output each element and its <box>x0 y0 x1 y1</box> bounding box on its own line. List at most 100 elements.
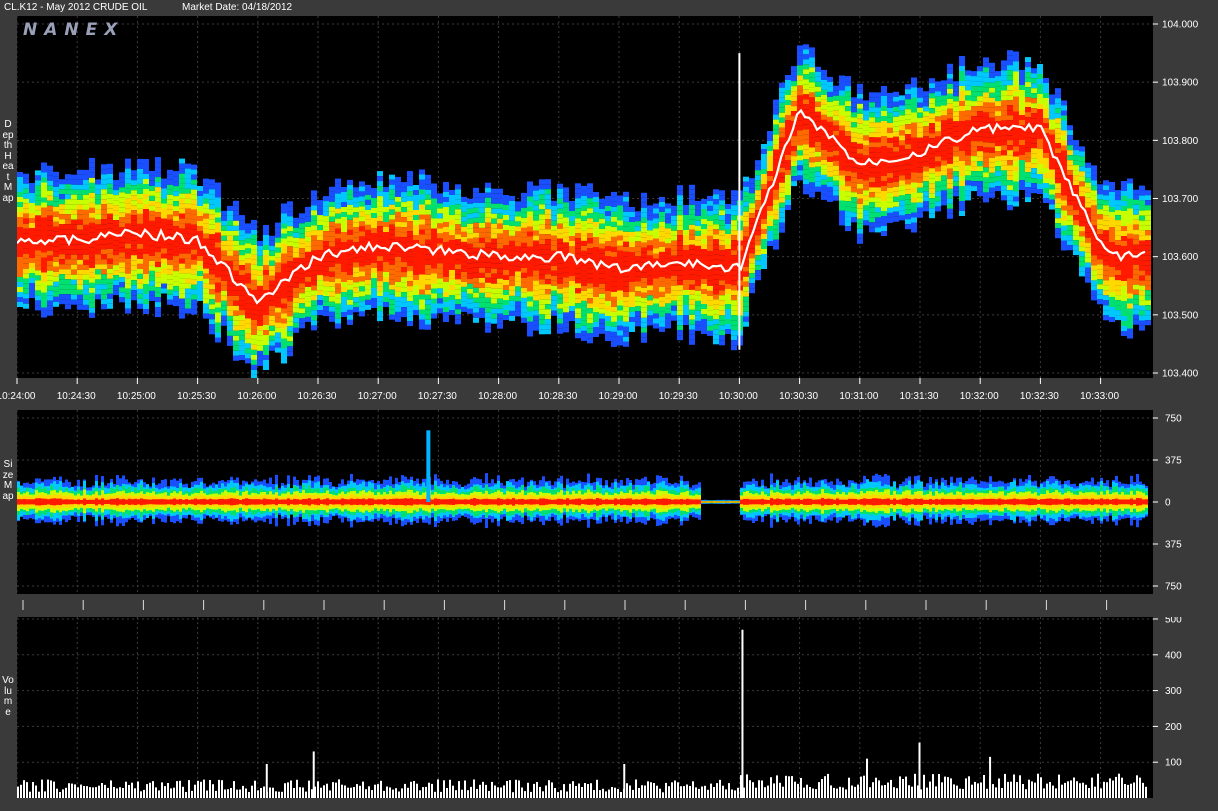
depth-heat-cell <box>47 270 53 276</box>
depth-heat-cell <box>395 261 401 267</box>
depth-heat-cell <box>713 204 719 210</box>
depth-heat-cell <box>503 195 509 200</box>
depth-heat-cell <box>779 182 785 188</box>
depth-heat-cell <box>515 251 521 257</box>
depth-heat-cell <box>581 195 587 201</box>
depth-heat-cell <box>887 127 893 133</box>
depth-heat-cell <box>977 81 983 87</box>
depth-heat-cell <box>197 186 203 191</box>
depth-heat-cell <box>161 258 167 264</box>
depth-heat-cell <box>587 223 593 229</box>
depth-heat-cell <box>965 145 971 151</box>
depth-heat-cell <box>617 310 623 316</box>
depth-heat-cell <box>77 264 83 270</box>
depth-heat-cell <box>599 223 605 229</box>
depth-heat-cell <box>53 261 59 267</box>
depth-heat-cell <box>71 229 77 235</box>
depth-heat-cell <box>431 273 437 279</box>
depth-heat-cell <box>29 288 35 293</box>
depth-heat-cell <box>125 178 131 184</box>
depth-heat-cell <box>503 315 509 320</box>
depth-heat-cell <box>227 230 233 236</box>
depth-heat-cell <box>755 235 761 241</box>
depth-heat-cell <box>1091 195 1097 201</box>
depth-heat-cell <box>365 274 371 280</box>
depth-heat-cell <box>611 241 617 247</box>
depth-heat-cell <box>35 300 41 306</box>
depth-heat-cell <box>215 252 221 258</box>
depth-heat-cell <box>563 237 569 243</box>
depth-heat-cell <box>209 229 215 235</box>
depth-heat-cell <box>743 186 749 192</box>
depth-heat-cell <box>449 275 455 280</box>
depth-heat-cell <box>395 201 401 207</box>
depth-heat-cell <box>893 121 899 127</box>
depth-heat-cell <box>887 172 893 178</box>
depth-heat-cell <box>209 324 215 330</box>
depth-heat-cell <box>653 233 659 239</box>
depth-heat-cell <box>1055 123 1061 129</box>
depth-heat-cell <box>881 111 887 116</box>
depth-heat-cell <box>1001 145 1007 151</box>
depth-heat-cell <box>77 184 83 190</box>
depth-heat-cell <box>713 194 719 200</box>
depth-heat-cell <box>329 191 335 197</box>
depth-heat-cell <box>887 107 893 113</box>
depth-heat-cell <box>1031 103 1037 109</box>
depth-heat-cell <box>155 257 161 263</box>
depth-heat-cell <box>149 240 155 246</box>
depth-heat-cell <box>263 325 269 330</box>
depth-heat-cell <box>407 221 413 227</box>
depth-heat-cell <box>245 233 251 239</box>
depth-heat-cell <box>989 172 995 178</box>
depth-heat-cell <box>341 267 347 272</box>
depth-heat-cell <box>677 250 683 256</box>
depth-heat-cell <box>569 236 575 241</box>
depth-heat-cell <box>923 96 929 102</box>
depth-heat-cell <box>689 339 695 345</box>
depth-heat-cell <box>473 292 479 298</box>
depth-heat-cell <box>689 239 695 245</box>
depth-heat-cell <box>551 210 557 216</box>
depth-heat-cell <box>875 152 881 158</box>
depth-heat-cell <box>263 265 269 270</box>
depth-heat-cell <box>1061 220 1067 226</box>
depth-heat-cell <box>419 309 425 315</box>
depth-heat-cell <box>1103 230 1109 236</box>
depth-heat-cell <box>365 184 371 190</box>
depth-heat-cell <box>761 209 767 214</box>
depth-heat-cell <box>1103 210 1109 216</box>
depth-heat-cell <box>179 223 185 229</box>
depth-heat-cell <box>923 101 929 107</box>
depth-heat-cell <box>209 249 215 255</box>
depth-heat-cell <box>917 132 923 138</box>
depth-heat-cell <box>41 232 47 238</box>
depth-heat-cell <box>785 165 791 170</box>
depth-heat-cell <box>767 206 773 211</box>
depth-heat-cell <box>929 168 935 174</box>
depth-heat-cell <box>899 135 905 141</box>
depth-heat-cell <box>623 306 629 312</box>
depth-heat-cell <box>221 210 227 216</box>
depth-heat-cell <box>887 192 893 198</box>
depth-heat-cell <box>167 284 173 290</box>
depth-heat-cell <box>677 290 683 296</box>
depth-heat-cell <box>275 247 281 253</box>
depth-heat-cell <box>125 213 131 219</box>
depth-heat-cell <box>413 295 419 300</box>
depth-heat-cell <box>293 312 299 318</box>
depth-heat-cell <box>269 325 275 331</box>
depth-heat-cell <box>827 191 833 197</box>
depth-heat-cell <box>869 97 875 103</box>
depth-heat-cell <box>59 184 65 190</box>
depth-heat-cell <box>731 320 737 326</box>
depth-heat-cell <box>155 162 161 168</box>
depth-heat-cell <box>497 203 503 209</box>
depth-heat-cell <box>1001 165 1007 171</box>
depth-heat-cell <box>389 209 395 215</box>
depth-heat-cell <box>689 194 695 200</box>
depth-heat-cell <box>533 195 539 201</box>
depth-heat-cell <box>629 297 635 302</box>
depth-heat-cell <box>107 163 113 169</box>
depth-heat-cell <box>383 297 389 302</box>
